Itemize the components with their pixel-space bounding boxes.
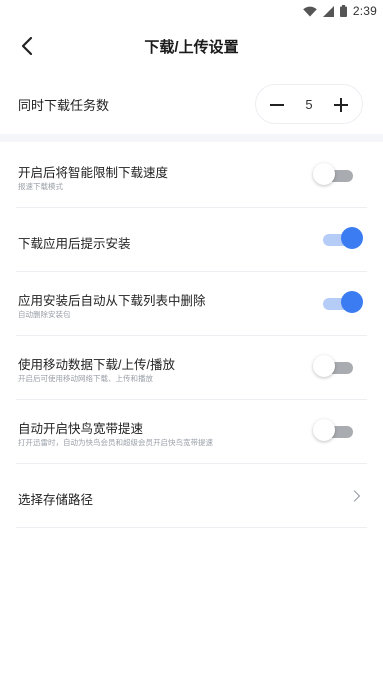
toggle-knob bbox=[341, 291, 363, 313]
setting-kuainiao-boost: 自动开启快鸟宽带提速 打开迅雷时，自动为快鸟会员和超级会员开启快鸟宽带提速 bbox=[0, 400, 383, 464]
setting-mobile-data: 使用移动数据下载/上传/播放 开启后可使用移动网络下载、上传和播放 bbox=[0, 336, 383, 400]
setting-title: 下载应用后提示安装 bbox=[18, 237, 131, 251]
concurrent-tasks-row: 同时下载任务数 5 bbox=[0, 80, 383, 128]
install-prompt-toggle[interactable] bbox=[321, 227, 363, 249]
setting-install-prompt: 下载应用后提示安装 bbox=[0, 208, 383, 272]
status-time: 2:39 bbox=[352, 4, 377, 18]
smart-speed-limit-toggle[interactable] bbox=[313, 163, 355, 185]
setting-title: 使用移动数据下载/上传/播放 bbox=[18, 358, 175, 372]
setting-smart-speed-limit: 开启后将智能限制下载速度 报速下载模式 bbox=[0, 142, 383, 208]
kuainiao-boost-toggle[interactable] bbox=[313, 419, 355, 441]
toggle-knob bbox=[313, 419, 335, 441]
toggle-knob bbox=[341, 227, 363, 249]
battery-icon bbox=[339, 5, 347, 17]
wifi-icon bbox=[303, 6, 317, 16]
toggle-knob bbox=[313, 163, 335, 185]
increment-button[interactable] bbox=[334, 98, 348, 112]
status-bar: 2:39 bbox=[0, 0, 383, 22]
concurrent-tasks-label: 同时下载任务数 bbox=[18, 98, 110, 113]
setting-subtitle: 开启后可使用移动网络下载、上传和播放 bbox=[18, 374, 153, 383]
toggle-knob bbox=[313, 355, 335, 377]
section-divider bbox=[0, 134, 383, 142]
setting-title: 自动开启快鸟宽带提速 bbox=[18, 422, 144, 436]
mobile-data-toggle[interactable] bbox=[313, 355, 355, 377]
storage-path-label: 选择存储路径 bbox=[18, 493, 94, 507]
storage-path-row[interactable]: 选择存储路径 bbox=[0, 464, 383, 528]
setting-auto-delete: 应用安装后自动从下载列表中删除 自动删除安装包 bbox=[0, 272, 383, 336]
setting-subtitle: 打开迅雷时，自动为快鸟会员和超级会员开启快鸟宽带提速 bbox=[18, 438, 213, 447]
setting-title: 应用安装后自动从下载列表中删除 bbox=[18, 294, 206, 308]
task-count-stepper: 5 bbox=[255, 84, 363, 124]
setting-title: 开启后将智能限制下载速度 bbox=[18, 166, 169, 180]
page-title: 下载/上传设置 bbox=[144, 39, 239, 56]
chevron-right-icon bbox=[353, 490, 361, 502]
status-icons: 2:39 bbox=[303, 4, 377, 18]
cell-signal-icon bbox=[322, 5, 334, 17]
header: 下载/上传设置 bbox=[0, 22, 383, 70]
auto-delete-toggle[interactable] bbox=[321, 291, 363, 313]
setting-subtitle: 自动删除安装包 bbox=[18, 310, 71, 319]
row-divider bbox=[16, 527, 367, 528]
setting-subtitle: 报速下载模式 bbox=[18, 182, 63, 191]
